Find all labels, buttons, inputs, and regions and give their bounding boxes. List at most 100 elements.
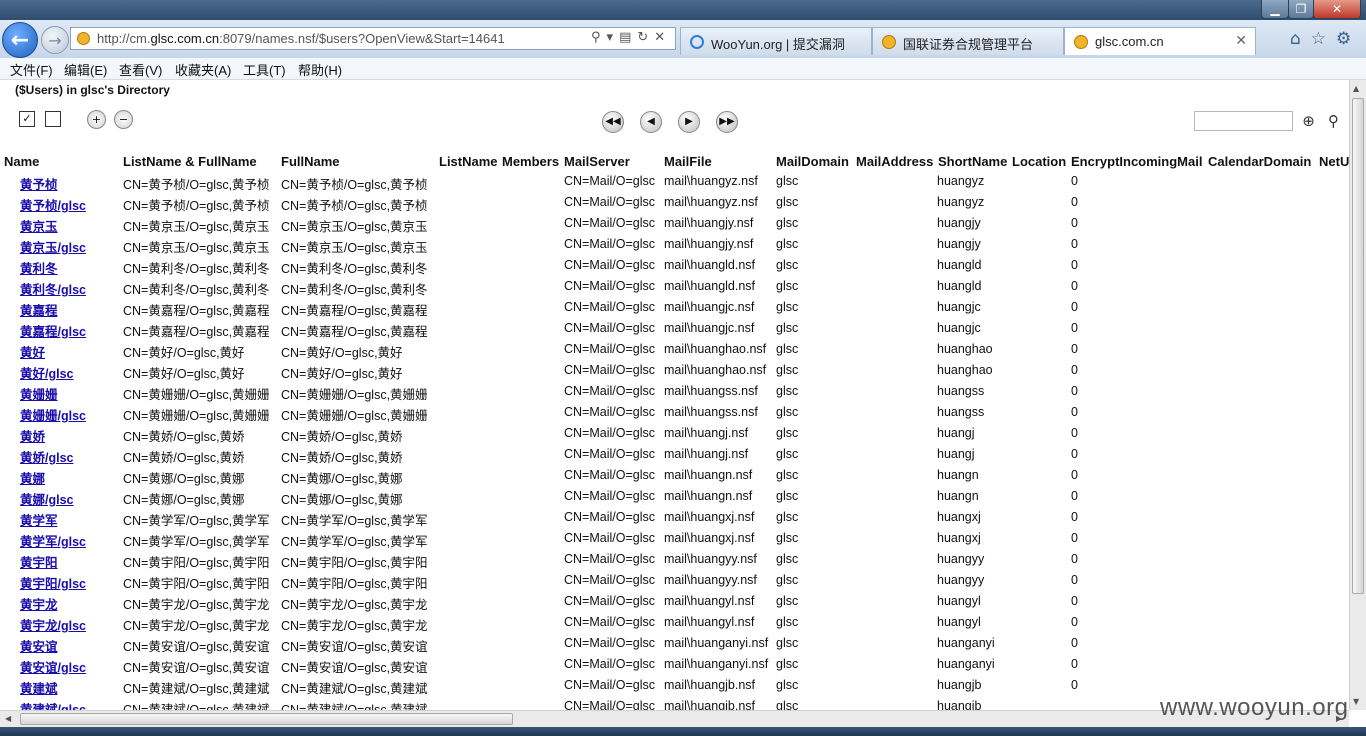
expand-all-icon[interactable]: + xyxy=(87,110,106,129)
favorites-star-icon[interactable]: ☆ xyxy=(1311,29,1326,49)
maildomain-cell: glsc xyxy=(776,384,799,398)
previous-page-icon[interactable]: ◀ xyxy=(640,111,662,133)
first-page-icon[interactable]: ◀◀ xyxy=(602,111,624,133)
next-page-icon[interactable]: ▶ xyxy=(678,111,700,133)
view-search-input[interactable] xyxy=(1194,111,1293,131)
menu-file[interactable]: 文件(F) xyxy=(10,60,53,79)
maildomain-cell: glsc xyxy=(776,531,799,545)
menu-help[interactable]: 帮助(H) xyxy=(298,60,342,79)
user-name-link[interactable]: 黄建斌/glsc xyxy=(20,699,120,710)
fullname-cell: CN=黄利冬/O=glsc,黄利冬 xyxy=(281,283,428,297)
gear-icon[interactable]: ⚙ xyxy=(1336,29,1351,49)
user-name-link[interactable]: 黄利冬 xyxy=(20,258,120,277)
maildomain-cell: glsc xyxy=(776,405,799,419)
user-name-link[interactable]: 黄京玉 xyxy=(20,216,120,235)
fullname-cell: CN=黄建斌/O=glsc,黄建斌 xyxy=(281,703,428,710)
user-name-link[interactable]: 黄学军 xyxy=(20,510,120,529)
deselect-all-checkbox-icon[interactable] xyxy=(45,111,61,127)
column-header-listname-fullname[interactable]: ListName & FullName xyxy=(123,154,257,169)
horizontal-scroll-thumb[interactable] xyxy=(20,713,513,725)
address-bar[interactable]: http://cm.glsc.com.cn:8079/names.nsf/$us… xyxy=(70,27,676,50)
column-header-netu[interactable]: NetU xyxy=(1319,154,1349,169)
user-name-link[interactable]: 黄嘉程 xyxy=(20,300,120,319)
listname-cell: CN=黄好/O=glsc,黄好 xyxy=(123,367,245,381)
tab-compliance[interactable]: 国联证券合规管理平台 xyxy=(872,27,1064,55)
dropdown-icon[interactable]: ▾ xyxy=(607,30,614,45)
menu-view[interactable]: 查看(V) xyxy=(119,60,162,79)
user-name-link[interactable]: 黄宇阳/glsc xyxy=(20,573,120,592)
close-window-button[interactable]: ✕ xyxy=(1313,0,1361,19)
user-name-link[interactable]: 黄安谊 xyxy=(20,636,120,655)
os-taskbar xyxy=(0,727,1366,736)
user-name-link[interactable]: 黄京玉/glsc xyxy=(20,237,120,256)
search-icon[interactable]: ⚲ xyxy=(1323,111,1344,132)
tab-glsc[interactable]: glsc.com.cn ✕ xyxy=(1064,27,1256,55)
collapse-all-icon[interactable]: − xyxy=(114,110,133,129)
scroll-left-arrow-icon[interactable]: ◀ xyxy=(5,714,11,723)
table-row: 黄建斌/glsc CN=黄建斌/O=glsc,黄建斌 CN=黄建斌/O=glsc,黄… xyxy=(0,699,1349,710)
column-header-shortname[interactable]: ShortName xyxy=(938,154,1007,169)
mailserver-cell: CN=Mail/O=glsc xyxy=(564,657,655,671)
tab-wooyun[interactable]: WooYun.org | 提交漏洞 xyxy=(680,27,872,55)
scroll-down-arrow-icon[interactable]: ▼ xyxy=(1353,697,1359,706)
column-header-mailserver[interactable]: MailServer xyxy=(564,154,630,169)
site-favicon-icon xyxy=(1074,35,1088,49)
scroll-up-arrow-icon[interactable]: ▲ xyxy=(1353,84,1359,93)
mailfile-cell: mail\huangyy.nsf xyxy=(664,573,757,587)
vertical-scrollbar[interactable]: ▲ ▼ xyxy=(1349,80,1366,710)
user-name-link[interactable]: 黄学军/glsc xyxy=(20,531,120,550)
menu-edit[interactable]: 编辑(E) xyxy=(64,60,107,79)
minimize-button[interactable]: ▁ xyxy=(1261,0,1289,19)
user-name-link[interactable]: 黄安谊/glsc xyxy=(20,657,120,676)
user-name-link[interactable]: 黄宇阳 xyxy=(20,552,120,571)
user-name-link[interactable]: 黄予桢/glsc xyxy=(20,195,120,214)
horizontal-scrollbar[interactable]: ◀ ▶ xyxy=(0,710,1349,727)
table-row: 黄宇龙 CN=黄宇龙/O=glsc,黄宇龙 CN=黄宇龙/O=glsc,黄宇龙 CN=… xyxy=(0,594,1349,615)
address-url[interactable]: http://cm.glsc.com.cn:8079/names.nsf/$us… xyxy=(97,31,505,46)
user-name-link[interactable]: 黄宇龙/glsc xyxy=(20,615,120,634)
stop-icon[interactable]: ✕ xyxy=(654,30,665,45)
user-name-link[interactable]: 黄利冬/glsc xyxy=(20,279,120,298)
close-tab-icon[interactable]: ✕ xyxy=(1235,33,1247,49)
compat-view-icon[interactable]: ▤ xyxy=(619,30,631,45)
mailserver-cell: CN=Mail/O=glsc xyxy=(564,258,655,272)
user-name-link[interactable]: 黄建斌 xyxy=(20,678,120,697)
mailfile-cell: mail\huangjy.nsf xyxy=(664,216,754,230)
user-name-link[interactable]: 黄娜 xyxy=(20,468,120,487)
user-name-link[interactable]: 黄姗姗 xyxy=(20,384,120,403)
column-header-encryptincomingmail[interactable]: EncryptIncomingMail xyxy=(1071,154,1202,169)
column-header-listname[interactable]: ListName xyxy=(439,154,498,169)
select-all-checkbox-icon[interactable]: ✓ xyxy=(19,111,35,127)
back-arrow-icon[interactable]: ← xyxy=(2,22,38,58)
user-name-link[interactable]: 黄予桢 xyxy=(20,174,120,193)
encrypt-cell: 0 xyxy=(1071,594,1078,608)
column-header-members[interactable]: Members xyxy=(502,154,559,169)
refresh-icon[interactable]: ↻ xyxy=(637,30,648,45)
advanced-search-icon[interactable]: ⊕ xyxy=(1298,111,1319,132)
listname-cell: CN=黄娇/O=glsc,黄娇 xyxy=(123,451,245,465)
column-header-mailaddress[interactable]: MailAddress xyxy=(856,154,933,169)
menu-tools[interactable]: 工具(T) xyxy=(243,60,286,79)
user-name-link[interactable]: 黄娇/glsc xyxy=(20,447,120,466)
user-name-link[interactable]: 黄嘉程/glsc xyxy=(20,321,120,340)
user-name-link[interactable]: 黄宇龙 xyxy=(20,594,120,613)
home-icon[interactable]: ⌂ xyxy=(1290,29,1301,49)
mailserver-cell: CN=Mail/O=glsc xyxy=(564,342,655,356)
vertical-scroll-thumb[interactable] xyxy=(1352,98,1364,594)
user-name-link[interactable]: 黄姗姗/glsc xyxy=(20,405,120,424)
user-name-link[interactable]: 黄娜/glsc xyxy=(20,489,120,508)
column-header-mailfile[interactable]: MailFile xyxy=(664,154,712,169)
last-page-icon[interactable]: ▶▶ xyxy=(716,111,738,133)
column-header-fullname[interactable]: FullName xyxy=(281,154,340,169)
search-icon[interactable]: ⚲ xyxy=(591,30,601,45)
menu-favorites[interactable]: 收藏夹(A) xyxy=(175,60,231,79)
column-header-maildomain[interactable]: MailDomain xyxy=(776,154,849,169)
column-header-name[interactable]: Name xyxy=(4,154,39,169)
user-name-link[interactable]: 黄娇 xyxy=(20,426,120,445)
maximize-button[interactable]: ❐ xyxy=(1288,0,1314,19)
user-name-link[interactable]: 黄好/glsc xyxy=(20,363,120,382)
column-header-calendardomain[interactable]: CalendarDomain xyxy=(1208,154,1311,169)
user-name-link[interactable]: 黄好 xyxy=(20,342,120,361)
column-header-location[interactable]: Location xyxy=(1012,154,1066,169)
forward-arrow-icon[interactable]: → xyxy=(41,26,69,54)
